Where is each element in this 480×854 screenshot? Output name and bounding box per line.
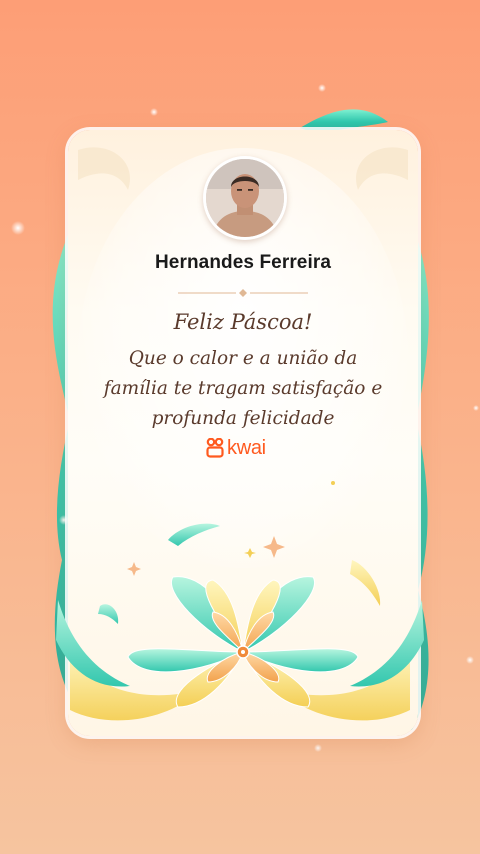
greeting-line: profunda felicidade (151, 408, 335, 429)
user-profile-photo-icon (206, 159, 284, 237)
greeting-line: família te tragam satisfação e (103, 378, 383, 399)
greeting-title: Feliz Páscoa! (173, 310, 313, 334)
kwai-logo-icon (206, 438, 224, 458)
divider-ornament (178, 289, 308, 297)
greeting-card: Hernandes Ferreira Feliz Páscoa! Que o c… (68, 130, 418, 736)
brand-name: kwai (227, 436, 266, 459)
kwai-brand: kwai (206, 436, 286, 460)
greeting-message: Que o calor e a união da família te trag… (90, 344, 396, 434)
greeting-line: Que o calor e a união da (128, 348, 358, 369)
avatar[interactable] (203, 156, 287, 240)
username: Hernandes Ferreira (154, 252, 332, 273)
